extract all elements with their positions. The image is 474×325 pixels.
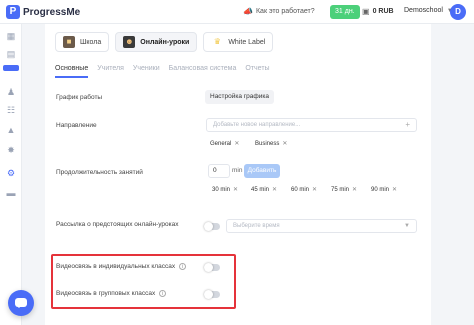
top-bar: P ProgressMe 📣 Как это работает? 31 дн. … xyxy=(0,0,474,24)
duration-option-label: 60 min xyxy=(291,186,310,193)
wallet-icon: ▣ xyxy=(362,7,370,16)
direction-tag: Business ✕ xyxy=(255,140,287,148)
account-menu[interactable]: Demoschool ▼ xyxy=(404,7,453,14)
close-icon[interactable]: ✕ xyxy=(392,186,397,193)
teacher-icon: ☻ xyxy=(123,36,136,48)
duration-option: 60 min ✕ xyxy=(291,186,317,194)
direction-input[interactable]: Добавьте новое направление... + xyxy=(206,118,417,132)
add-duration-button[interactable]: Добавить xyxy=(244,164,280,178)
duration-input[interactable]: 0 xyxy=(208,164,230,178)
direction-tag: General ✕ xyxy=(210,140,239,148)
tab-white-label-label: White Label xyxy=(228,38,266,46)
plus-icon[interactable]: + xyxy=(405,119,410,131)
dashboard-icon[interactable]: ▦ xyxy=(5,30,17,42)
direction-tag-label: General xyxy=(210,140,232,147)
tab-school-label: Школа xyxy=(80,38,102,46)
schedule-label: График работы xyxy=(56,94,103,101)
duration-label: Продолжительность занятий xyxy=(56,169,143,176)
close-icon[interactable]: ✕ xyxy=(282,140,287,147)
close-icon[interactable]: ✕ xyxy=(352,186,357,193)
duration-option-label: 45 min xyxy=(251,186,270,193)
tab-balance-system[interactable]: Балансовая система xyxy=(169,65,237,78)
megaphone-icon: 📣 xyxy=(243,7,253,16)
logo-icon: P xyxy=(6,5,20,19)
lesson-type-tabs: ■ Школа ☻ Онлайн-уроки ♛ White Label xyxy=(55,32,279,52)
how-it-works-link[interactable]: 📣 Как это работает? xyxy=(243,7,315,16)
avatar[interactable]: D xyxy=(450,4,466,20)
contacts-icon[interactable]: ☷ xyxy=(5,104,17,116)
duration-option-label: 75 min xyxy=(331,186,350,193)
graduation-cap-icon[interactable]: ▲ xyxy=(5,124,17,136)
close-icon[interactable]: ✕ xyxy=(234,140,239,147)
duration-option: 45 min ✕ xyxy=(251,186,277,194)
direction-tag-label: Business xyxy=(255,140,280,147)
duration-option: 90 min ✕ xyxy=(371,186,397,194)
tab-white-label[interactable]: ♛ White Label xyxy=(203,32,274,52)
calendar-icon[interactable]: ▤ xyxy=(5,48,17,60)
schedule-settings-button[interactable]: Настройка графика xyxy=(205,90,274,104)
crown-icon: ♛ xyxy=(213,37,221,46)
duration-option-label: 90 min xyxy=(371,186,390,193)
duration-option: 30 min ✕ xyxy=(212,186,238,194)
balance-value: 0 RUB xyxy=(372,8,394,15)
tab-online-lessons-label: Онлайн-уроки xyxy=(140,38,190,46)
tools-icon[interactable]: ✸ xyxy=(5,144,17,156)
chat-bubble-icon xyxy=(15,298,27,308)
direction-placeholder: Добавьте новое направление... xyxy=(213,122,301,128)
tab-basic[interactable]: Основные xyxy=(55,65,89,78)
tab-teachers[interactable]: Учителя xyxy=(97,65,124,78)
chevron-down-icon: ▼ xyxy=(404,223,410,229)
tab-school[interactable]: ■ Школа xyxy=(55,32,110,52)
tab-reports[interactable]: Отчеты xyxy=(245,65,269,78)
duration-option-label: 30 min xyxy=(212,186,231,193)
tab-online-lessons[interactable]: ☻ Онлайн-уроки xyxy=(115,32,198,52)
school-icon: ■ xyxy=(63,36,75,48)
tab-students[interactable]: Ученики xyxy=(133,65,160,78)
days-badge[interactable]: 31 дн. xyxy=(330,5,360,19)
sidebar-active-indicator xyxy=(3,65,19,71)
newsletter-toggle[interactable] xyxy=(204,222,220,231)
chat-button[interactable] xyxy=(8,290,34,316)
balance[interactable]: ▣ 0 RUB xyxy=(362,7,394,16)
newsletter-label: Рассылка о предстоящих онлайн-уроках xyxy=(56,221,179,228)
close-icon[interactable]: ✕ xyxy=(272,186,277,193)
logo[interactable]: P ProgressMe xyxy=(6,5,80,19)
newsletter-time-select[interactable]: Выберите время ▼ xyxy=(226,219,417,233)
duration-option: 75 min ✕ xyxy=(331,186,357,194)
gear-icon[interactable]: ⚙ xyxy=(5,167,17,179)
student-icon[interactable]: ♟ xyxy=(5,86,17,98)
highlight-frame xyxy=(51,254,236,309)
how-it-works-label: Как это работает? xyxy=(255,8,315,15)
direction-label: Направление xyxy=(56,122,97,129)
settings-sub-tabs: Основные Учителя Ученики Балансовая сист… xyxy=(55,65,279,78)
duration-unit: min xyxy=(232,167,243,174)
close-icon[interactable]: ✕ xyxy=(312,186,317,193)
card-icon[interactable]: ▬ xyxy=(5,187,17,199)
app-name: ProgressMe xyxy=(23,6,81,18)
close-icon[interactable]: ✕ xyxy=(233,186,238,193)
account-name: Demoschool xyxy=(404,7,443,14)
sidebar: ▦ ▤ ♟ ☷ ▲ ✸ ⚙ ▬ xyxy=(0,24,22,325)
newsletter-time-placeholder: Выберите время xyxy=(233,223,280,229)
